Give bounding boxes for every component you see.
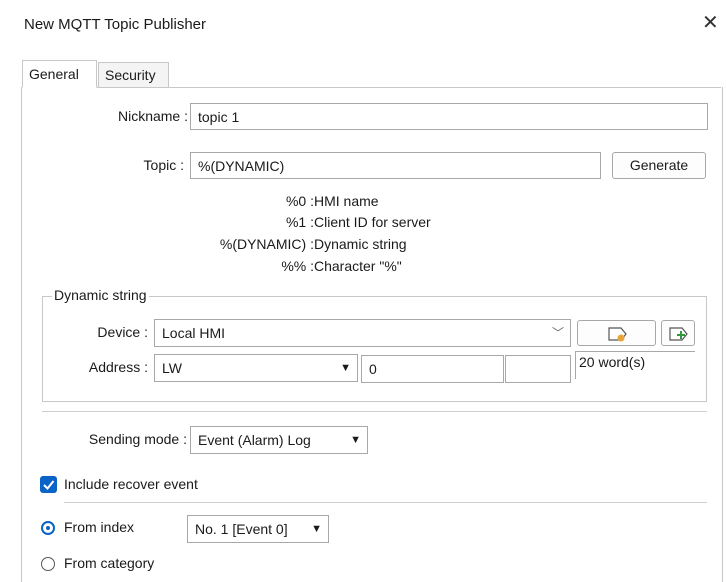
legend-desc: Client ID for server [314,214,431,230]
dropdown-arrow-icon: ▼ [350,434,361,446]
from-index-radio[interactable] [41,521,55,535]
address-label: Address : [88,359,148,375]
dynamic-string-group [42,296,707,402]
legend-desc: HMI name [314,193,379,209]
topic-label: Topic : [143,157,184,173]
device-select[interactable]: Local HMI ﹀ [154,319,571,347]
nickname-label: Nickname : [117,108,188,124]
dropdown-arrow-icon: ▼ [340,362,351,374]
include-recover-checkbox[interactable] [40,476,57,493]
legend-key: %(DYNAMIC) : [219,236,314,252]
nickname-input[interactable]: topic 1 [190,103,708,130]
sending-mode-label: Sending mode : [88,431,187,447]
separator [42,411,707,412]
address-extra-input[interactable] [505,355,571,383]
tab-general[interactable]: General [22,60,97,88]
chevron-down-icon: ﹀ [551,326,564,340]
from-category-radio[interactable] [41,557,55,571]
from-index-label: From index [64,519,135,535]
sending-mode-select[interactable]: Event (Alarm) Log ▼ [190,426,368,454]
close-icon[interactable]: ✕ [702,13,719,33]
device-label: Device : [97,324,148,340]
legend-key: %1 : [285,214,314,230]
sending-mode-value: Event (Alarm) Log [198,432,311,448]
checkmark-icon [43,480,55,490]
topic-input[interactable]: %(DYNAMIC) [190,152,601,179]
legend-key: %0 : [285,193,314,209]
legend-row: %(DYNAMIC) :Dynamic string [150,236,630,252]
device-settings-button[interactable] [577,320,656,346]
device-settings-icon [607,327,627,342]
legend-desc: Character "%" [314,258,402,274]
legend-desc: Dynamic string [314,236,407,252]
legend-row: %0 :HMI name [150,193,630,209]
legend-row: %1 :Client ID for server [150,214,630,230]
include-recover-label: Include recover event [64,476,198,492]
separator [64,502,707,503]
tab-security[interactable]: Security [98,62,169,87]
length-display: 20 word(s) [575,351,695,379]
from-category-label: From category [64,555,155,571]
from-index-select[interactable]: No. 1 [Event 0] ▼ [187,515,329,543]
add-tag-icon [669,327,688,341]
dynamic-string-group-label: Dynamic string [52,287,149,303]
window-title: New MQTT Topic Publisher [24,16,207,33]
generate-button[interactable]: Generate [612,152,706,179]
legend-row: %% :Character "%" [150,258,630,274]
device-select-value: Local HMI [162,325,226,341]
address-type-value: LW [162,360,182,376]
address-type-select[interactable]: LW ▼ [154,354,358,382]
legend-key: %% : [281,258,314,274]
from-index-value: No. 1 [Event 0] [195,521,288,537]
dropdown-arrow-icon: ▼ [311,523,322,535]
address-input[interactable]: 0 [361,355,504,383]
add-tag-button[interactable] [661,320,695,346]
